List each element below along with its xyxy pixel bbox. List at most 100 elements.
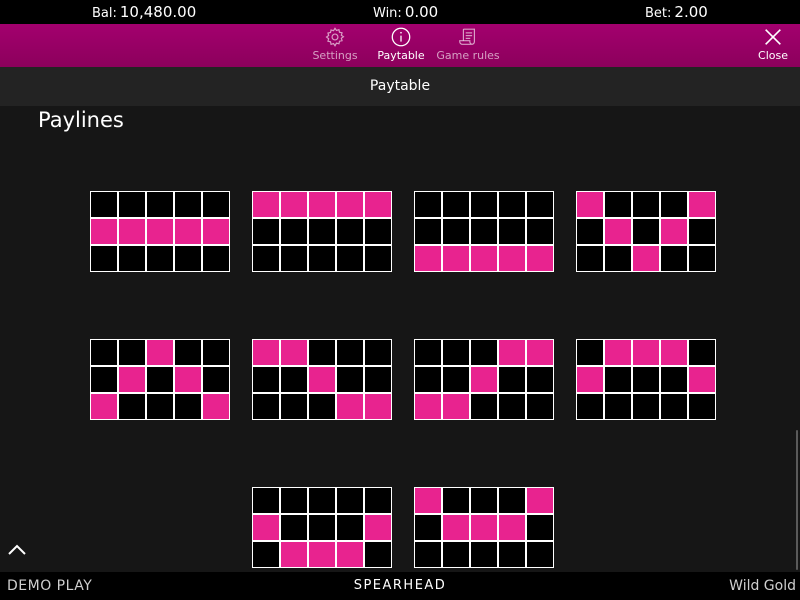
payline-cell-active [252,191,280,218]
payline-cell-active [576,191,604,218]
payline-cell [308,339,336,366]
payline-cell [604,191,632,218]
payline-cell [308,514,336,541]
payline-3 [414,191,554,272]
payline-cell [364,487,392,514]
scrollbar[interactable] [796,430,798,570]
payline-cell [526,514,554,541]
tab-settings-label: Settings [312,49,358,62]
payline-cell [470,218,498,245]
payline-cell-active [442,245,470,272]
payline-cell [118,245,146,272]
payline-cell [252,218,280,245]
payline-cell [526,191,554,218]
chevron-up-icon [8,544,26,555]
payline-cell [688,393,716,420]
payline-cell [202,191,230,218]
payline-cell [442,487,470,514]
bet-display: Bet: 2.00 [645,3,708,21]
payline-cell [414,541,442,568]
payline-cell [336,514,364,541]
payline-cell-active [252,339,280,366]
brand-logo: SPEARHEAD [353,578,447,593]
payline-cell [280,487,308,514]
payline-cell [414,191,442,218]
tab-paytable[interactable]: Paytable [376,26,426,62]
balance-label: Bal: [92,6,117,21]
payline-cell [146,366,174,393]
payline-cell [470,541,498,568]
payline-cell-active [202,218,230,245]
payline-cell [660,393,688,420]
payline-5 [90,339,230,420]
payline-cell-active [604,339,632,366]
scroll-icon [459,28,476,45]
payline-cell [498,541,526,568]
payline-cell [604,366,632,393]
payline-cell [336,366,364,393]
payline-cell [632,366,660,393]
win-label: Win: [373,6,402,21]
payline-4 [576,191,716,272]
payline-cell-active [90,393,118,420]
payline-cell [252,393,280,420]
payline-cell [336,218,364,245]
payline-cell [336,339,364,366]
payline-9 [252,487,392,568]
payline-cell-active [202,393,230,420]
payline-cell [336,245,364,272]
payline-cell [470,487,498,514]
payline-7 [414,339,554,420]
payline-cell [442,218,470,245]
page-title: Paytable [0,67,800,106]
payline-cell [174,191,202,218]
payline-cell-active [336,541,364,568]
payline-cell-active [118,218,146,245]
payline-cell [252,245,280,272]
payline-cell [336,487,364,514]
payline-cell [660,191,688,218]
menu-bar: Settings Paytable Game rules Close [0,24,800,67]
payline-cell [498,191,526,218]
close-button[interactable]: Close [752,26,794,62]
payline-cell [90,366,118,393]
top-status-bar: Bal: 10,480.00 Win: 0.00 Bet: 2.00 [0,0,800,24]
scroll-up-button[interactable] [6,540,28,560]
payline-cell [576,339,604,366]
gear-icon [325,27,345,47]
payline-cell-active [280,339,308,366]
payline-cell [442,366,470,393]
payline-cell [470,393,498,420]
payline-cell-active [280,191,308,218]
payline-cell [202,366,230,393]
payline-cell [202,245,230,272]
tab-game-rules[interactable]: Game rules [436,26,500,62]
payline-cell [280,514,308,541]
payline-6 [252,339,392,420]
payline-cell [442,339,470,366]
payline-cell [414,366,442,393]
payline-cell [604,393,632,420]
payline-cell-active [308,541,336,568]
payline-cell-active [308,366,336,393]
bet-value: 2.00 [674,3,708,21]
payline-cell [576,245,604,272]
payline-cell-active [498,339,526,366]
payline-cell-active [632,245,660,272]
payline-cell [364,245,392,272]
payline-cell-active [364,393,392,420]
payline-cell [604,245,632,272]
payline-cell-active [174,218,202,245]
payline-cell [526,393,554,420]
bet-label: Bet: [645,6,672,21]
payline-cell [280,393,308,420]
payline-cell-active [336,191,364,218]
payline-cell-active [498,245,526,272]
payline-cell-active [526,245,554,272]
tab-settings[interactable]: Settings [309,26,361,62]
win-value: 0.00 [404,3,439,21]
payline-cell [118,191,146,218]
payline-cell-active [414,393,442,420]
payline-cell [414,218,442,245]
payline-cell-active [90,218,118,245]
